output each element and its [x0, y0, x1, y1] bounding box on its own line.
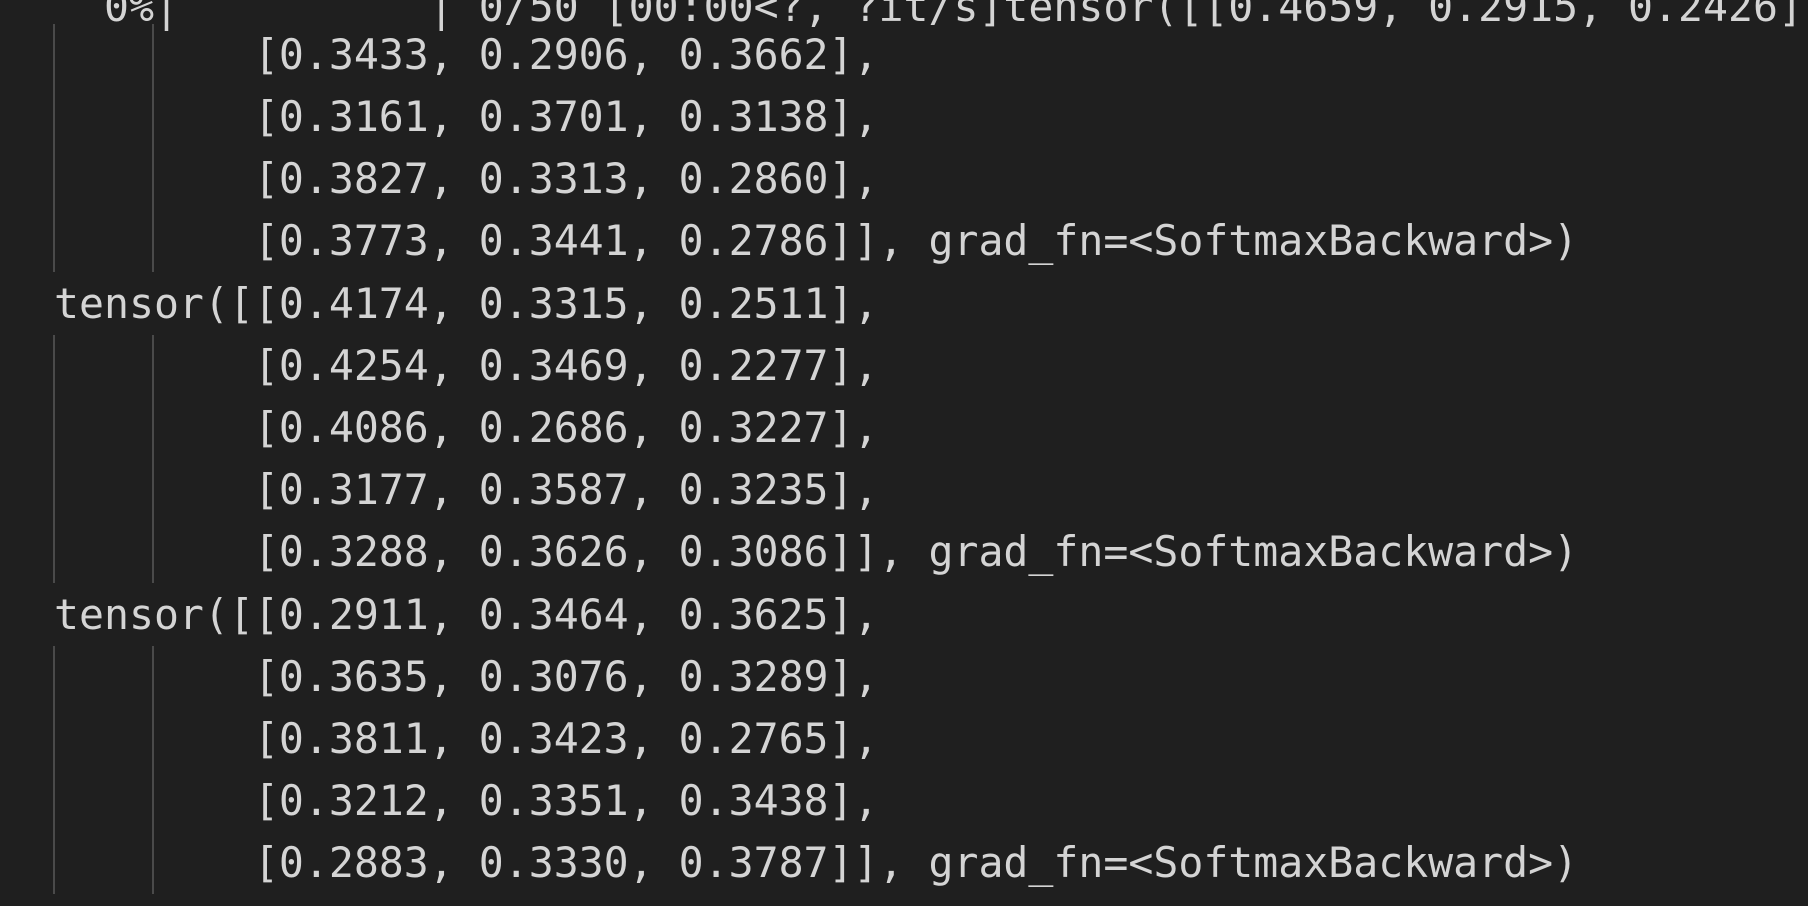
tensor-row-line: [0.3811, 0.3423, 0.2765],	[54, 714, 879, 763]
tensor-row-line: [0.2883, 0.3330, 0.3787]], grad_fn=<Soft…	[54, 838, 1579, 887]
tensor-row-line: [0.3212, 0.3351, 0.3438],	[54, 776, 879, 825]
tensor-row-line: [0.3635, 0.3076, 0.3289],	[54, 652, 879, 701]
tensor-row-line: [0.3161, 0.3701, 0.3138],	[54, 92, 879, 141]
tensor-row-line: [0.3773, 0.3441, 0.2786]], grad_fn=<Soft…	[54, 216, 1579, 265]
tensor-row-line: [0.4086, 0.2686, 0.3227],	[54, 403, 879, 452]
tensor-row-line: [0.3288, 0.3626, 0.3086]], grad_fn=<Soft…	[54, 527, 1579, 576]
tensor-row-line: [0.3177, 0.3587, 0.3235],	[54, 465, 879, 514]
tensor-start-line: tensor([[0.4174, 0.3315, 0.2511],	[54, 279, 879, 328]
terminal-output[interactable]: 0%| | 0/50 [00:00<?, ?it/s]tensor([[0.46…	[0, 0, 1808, 906]
tensor-row-line: [0.3827, 0.3313, 0.2860],	[54, 154, 879, 203]
tensor-row-line: [0.4254, 0.3469, 0.2277],	[54, 341, 879, 390]
tensor-start-line: tensor([[0.2911, 0.3464, 0.3625],	[54, 590, 879, 639]
tensor-row-line: [0.3433, 0.2906, 0.3662],	[54, 30, 879, 79]
